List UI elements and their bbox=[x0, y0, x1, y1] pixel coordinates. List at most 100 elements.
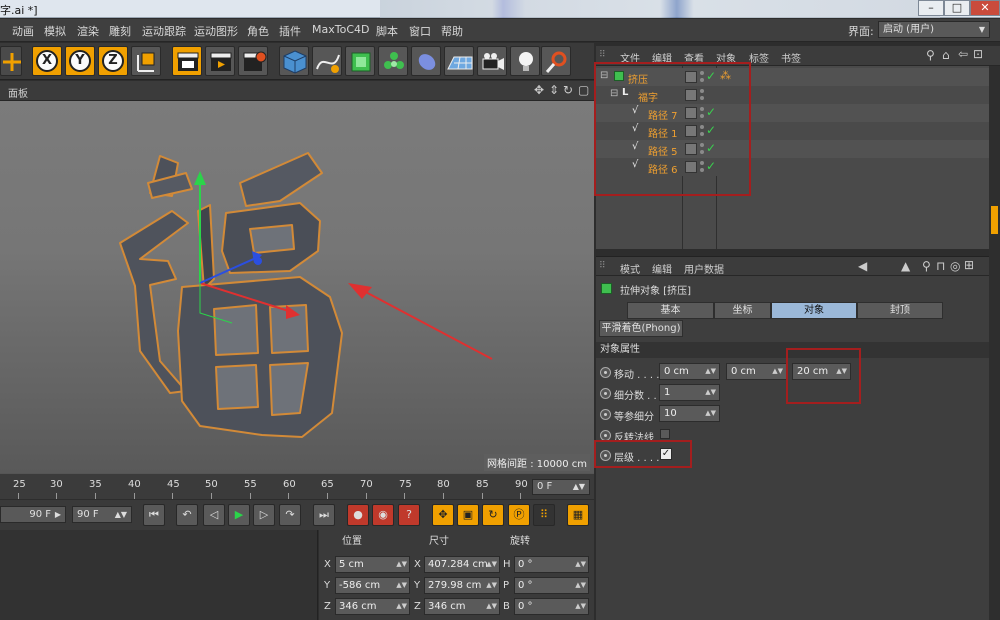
target-icon[interactable]: ◎ bbox=[950, 259, 960, 273]
tab-basic[interactable]: 基本 bbox=[627, 302, 714, 319]
rot-b-field[interactable]: 0 ° ▲▼ bbox=[514, 598, 589, 615]
iso-field[interactable]: 10 ▲▼ bbox=[659, 405, 720, 422]
move-y-field[interactable]: 0 cm ▲▼ bbox=[726, 363, 787, 380]
pos-y-field[interactable]: -586 cm ▲▼ bbox=[335, 577, 410, 594]
record-keys-button[interactable]: ● bbox=[347, 504, 369, 526]
keyframe-selection-button[interactable]: ? bbox=[398, 504, 420, 526]
menu-character[interactable]: 角色 bbox=[247, 23, 269, 39]
3d-viewport[interactable]: 网格间距 : 10000 cm bbox=[0, 101, 594, 473]
move-tool-button[interactable] bbox=[0, 46, 22, 76]
scene-tool-button[interactable] bbox=[541, 46, 571, 76]
key-scale-button[interactable]: ▣ bbox=[457, 504, 479, 526]
light-button[interactable] bbox=[510, 46, 540, 76]
minimize-button[interactable]: – bbox=[918, 0, 944, 16]
next-frame-button[interactable]: ▷ bbox=[253, 504, 275, 526]
menu-sculpt[interactable]: 雕刻 bbox=[109, 23, 131, 39]
key-rotation-button[interactable]: ↻ bbox=[482, 504, 504, 526]
viewport-panel-menu[interactable]: 面板 bbox=[8, 85, 28, 100]
y-axis-lock-button[interactable]: Y bbox=[65, 46, 95, 76]
coordinate-system-button[interactable] bbox=[131, 46, 161, 76]
z-axis-lock-button[interactable]: Z bbox=[98, 46, 128, 76]
rot-p-field[interactable]: 0 ° ▲▼ bbox=[514, 577, 589, 594]
pos-z-field[interactable]: 346 cm ▲▼ bbox=[335, 598, 410, 615]
menu-mograph[interactable]: 运动图形 bbox=[194, 23, 238, 39]
previous-frame-button[interactable]: ◁ bbox=[203, 504, 225, 526]
subdivision-icon bbox=[351, 52, 371, 72]
cube-primitive-button[interactable] bbox=[279, 46, 309, 76]
search-icon[interactable]: ⚲ bbox=[926, 48, 935, 62]
rotate-view-icon[interactable]: ↻ bbox=[563, 83, 573, 97]
timeline-ruler[interactable]: 25 30 35 40 45 50 55 60 65 70 75 80 85 9… bbox=[0, 473, 594, 499]
spline-pen-button[interactable] bbox=[312, 46, 342, 76]
go-to-end-button[interactable]: ⏭ bbox=[313, 504, 335, 526]
key-parameter-button[interactable]: Ⓟ bbox=[508, 504, 530, 526]
am-menu-mode[interactable]: 模式 bbox=[620, 261, 640, 276]
menu-animation[interactable]: 动画 bbox=[12, 23, 34, 39]
subdivision-surface-button[interactable] bbox=[345, 46, 375, 76]
lock-icon[interactable]: ⊓ bbox=[936, 259, 945, 273]
play-button[interactable]: ▶ bbox=[228, 504, 250, 526]
animate-iso-radio[interactable] bbox=[600, 409, 611, 420]
preview-end-field[interactable]: 90 F ▶ bbox=[0, 506, 66, 523]
menu-script[interactable]: 脚本 bbox=[376, 23, 398, 39]
render-settings-button[interactable] bbox=[238, 46, 268, 76]
end-frame-field[interactable]: 90 F ▲▼ bbox=[72, 506, 132, 523]
flip-normals-checkbox[interactable] bbox=[660, 429, 670, 439]
tab-caps[interactable]: 封顶 bbox=[857, 302, 943, 319]
menu-simulate[interactable]: 模拟 bbox=[44, 23, 66, 39]
side-tab-marker[interactable] bbox=[991, 206, 998, 234]
cloner-button[interactable] bbox=[378, 46, 408, 76]
search-icon[interactable]: ⚲ bbox=[922, 259, 931, 273]
rot-h-field[interactable]: 0 ° ▲▼ bbox=[514, 556, 589, 573]
tab-phong[interactable]: 平滑着色(Phong) bbox=[599, 320, 683, 337]
animate-subdiv-radio[interactable] bbox=[600, 388, 611, 399]
back-icon[interactable]: ⇦ bbox=[958, 47, 968, 61]
key-pla-button[interactable]: ⠿ bbox=[533, 504, 555, 526]
auto-key-button[interactable]: ◉ bbox=[372, 504, 394, 526]
menu-plugins[interactable]: 插件 bbox=[279, 23, 301, 39]
x-axis-lock-button[interactable]: X bbox=[32, 46, 62, 76]
next-key-button[interactable]: ↷ bbox=[279, 504, 301, 526]
dolly-icon[interactable]: ⇕ bbox=[549, 83, 559, 97]
menu-motion-tracking[interactable]: 运动跟踪 bbox=[142, 23, 186, 39]
render-view-button[interactable] bbox=[172, 46, 202, 76]
move-x-field[interactable]: 0 cm ▲▼ bbox=[659, 363, 720, 380]
key-position-button[interactable]: ✥ bbox=[432, 504, 454, 526]
current-frame-field[interactable]: 0 F ▲▼ bbox=[532, 479, 590, 495]
camera-button[interactable] bbox=[477, 46, 507, 76]
size-y-field[interactable]: 279.98 cm ▲▼ bbox=[424, 577, 500, 594]
menu-render[interactable]: 渲染 bbox=[77, 23, 99, 39]
spinner-icon: ▲▼ bbox=[575, 581, 586, 589]
previous-key-button[interactable]: ↶ bbox=[176, 504, 198, 526]
pos-x-field[interactable]: 5 cm ▲▼ bbox=[335, 556, 410, 573]
size-x-field[interactable]: 407.284 cm ▲▼ bbox=[424, 556, 500, 573]
go-to-start-button[interactable]: ⏮ bbox=[143, 504, 165, 526]
arrow-left-icon[interactable]: ◀ bbox=[858, 259, 867, 273]
subdiv-field[interactable]: 1 ▲▼ bbox=[659, 384, 720, 401]
timeline-settings-button[interactable]: ▦ bbox=[567, 504, 589, 526]
animate-move-radio[interactable] bbox=[600, 367, 611, 378]
home-icon[interactable]: ⌂ bbox=[942, 48, 950, 62]
menu-window[interactable]: 窗口 bbox=[409, 23, 431, 39]
om-menu-bookmarks[interactable]: 书签 bbox=[781, 50, 801, 65]
arrow-up-icon[interactable]: ▲ bbox=[901, 259, 910, 273]
size-z-field[interactable]: 346 cm ▲▼ bbox=[424, 598, 500, 615]
deformer-button[interactable] bbox=[411, 46, 441, 76]
maximize-view-icon[interactable]: ▢ bbox=[578, 83, 589, 97]
new-panel-icon[interactable]: ⊞ bbox=[964, 258, 974, 272]
rot-b-value: 0 ° bbox=[518, 601, 533, 612]
maximize-button[interactable]: □ bbox=[944, 0, 970, 16]
pan-icon[interactable]: ✥ bbox=[534, 83, 544, 97]
tab-coord[interactable]: 坐标 bbox=[714, 302, 771, 319]
maximize-panel-icon[interactable]: ⊡ bbox=[973, 47, 983, 61]
render-picture-viewer-button[interactable] bbox=[205, 46, 235, 76]
om-menu-tags[interactable]: 标签 bbox=[749, 50, 769, 65]
menu-maxtoc4d[interactable]: MaxToC4D bbox=[312, 23, 369, 36]
layout-select[interactable]: 启动 (用户) ▼ bbox=[878, 21, 990, 38]
close-button[interactable]: ✕ bbox=[970, 0, 1000, 16]
am-menu-edit[interactable]: 编辑 bbox=[652, 261, 672, 276]
am-menu-user-data[interactable]: 用户数据 bbox=[684, 261, 724, 276]
tab-object[interactable]: 对象 bbox=[771, 302, 857, 319]
menu-help[interactable]: 帮助 bbox=[441, 23, 463, 39]
floor-button[interactable] bbox=[444, 46, 474, 76]
